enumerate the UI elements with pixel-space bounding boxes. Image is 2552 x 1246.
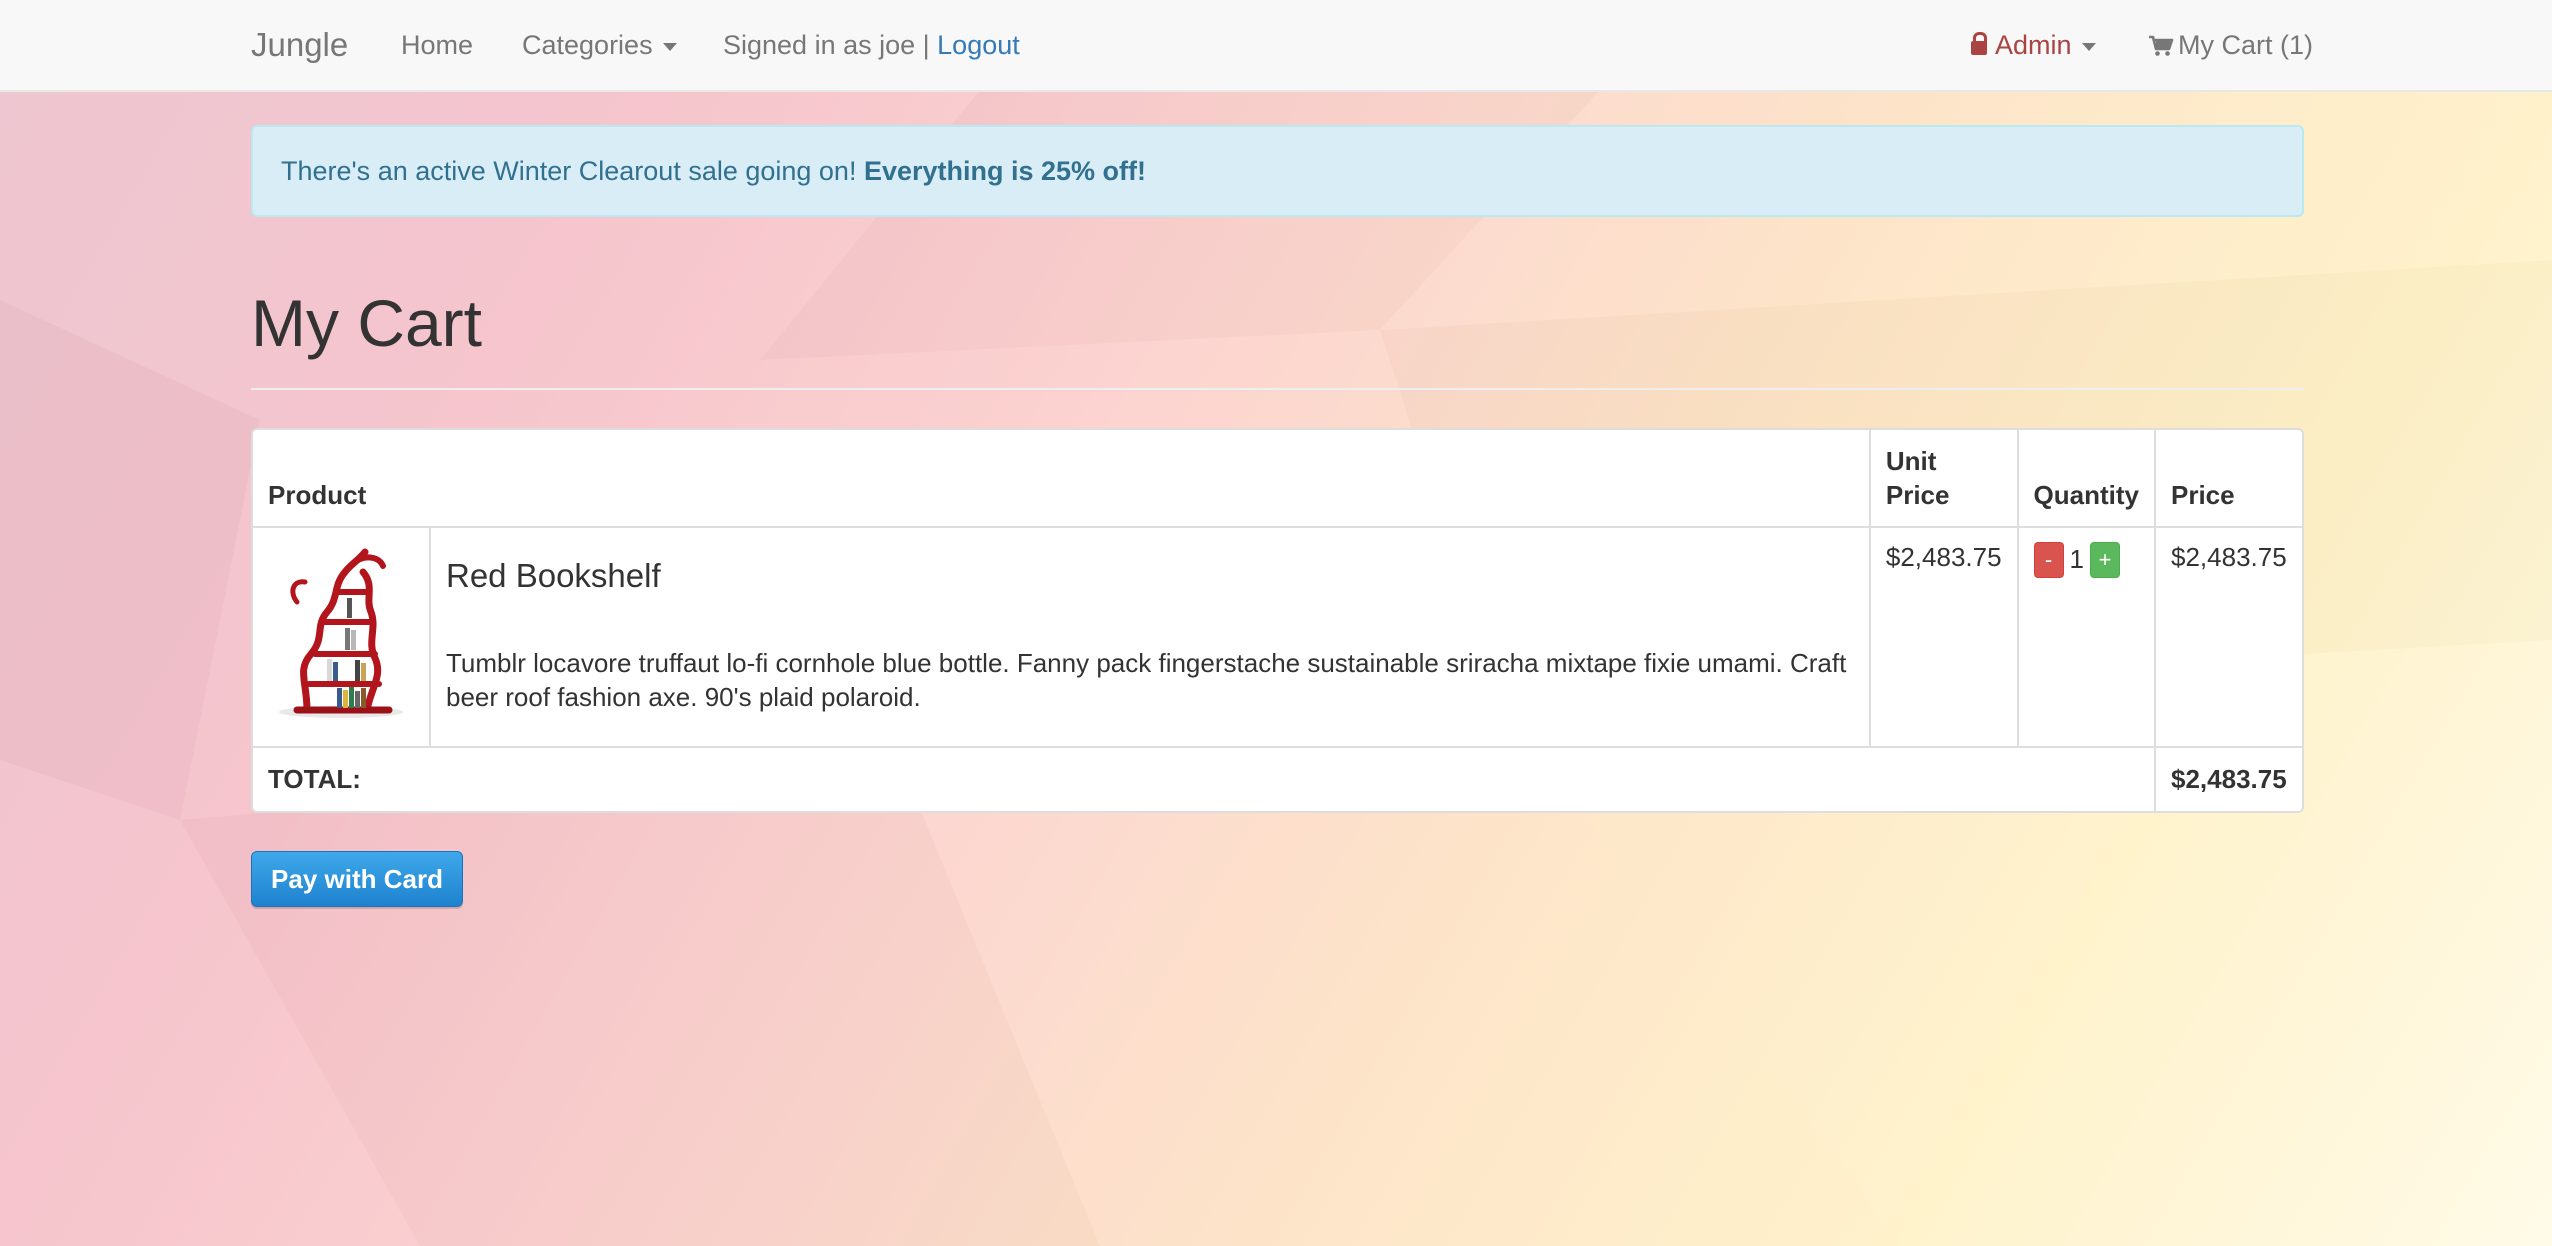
price-cell: $2,483.75 <box>2154 525 2302 748</box>
lock-icon <box>1971 32 1987 55</box>
header-unit-price: Unit Price <box>1868 429 2019 528</box>
quantity-value: 1 <box>2069 544 2085 575</box>
total-value: $2,483.75 <box>2154 745 2302 811</box>
top-navbar: Jungle Home Categories Signed in as joe … <box>0 0 2552 92</box>
header-quantity: Quantity <box>2016 429 2157 528</box>
chevron-down-icon <box>2081 42 2096 51</box>
total-row: TOTAL: $2,483.75 <box>253 745 2302 811</box>
nav-categories-dropdown[interactable]: Categories <box>522 0 677 90</box>
sale-alert: There's an active Winter Clearout sale g… <box>251 125 2304 217</box>
sale-alert-text: There's an active Winter Clearout sale g… <box>281 156 864 186</box>
table-row: Red Bookshelf Tumblr locavore truffaut l… <box>253 525 2302 748</box>
header-price: Price <box>2154 429 2302 528</box>
product-description: Tumblr locavore truffaut lo-fi cornhole … <box>446 647 1847 712</box>
cart-panel: Product Unit Price Quantity Price Red Bo… <box>251 427 2304 813</box>
total-label: TOTAL: <box>253 745 2156 811</box>
nav-admin-label: Admin <box>1995 30 2072 60</box>
unit-price-cell: $2,483.75 <box>1868 525 2019 748</box>
product-name[interactable]: Red Bookshelf <box>446 557 1854 594</box>
signed-in-text: Signed in as joe | <box>723 30 938 60</box>
page-title: My Cart <box>251 286 482 360</box>
nav-home-link[interactable]: Home <box>401 0 473 90</box>
quantity-stepper: -1 + <box>2033 541 2121 578</box>
brand-link[interactable]: Jungle <box>251 0 348 90</box>
signed-in-status: Signed in as joe | Logout <box>723 0 1020 90</box>
sale-alert-emphasis: Everything is 25% off! <box>863 156 1147 186</box>
nav-admin-dropdown[interactable]: Admin <box>1971 0 2096 90</box>
main-container: There's an active Winter Clearout sale g… <box>251 125 2304 907</box>
product-info-cell: Red Bookshelf Tumblr locavore truffaut l… <box>429 525 1871 748</box>
nav-cart-link[interactable]: My Cart (1) <box>2148 0 2313 90</box>
page-header: My Cart <box>251 287 2304 390</box>
shopping-cart-icon <box>2149 35 2174 56</box>
red-bookshelf-image[interactable] <box>267 541 415 722</box>
header-product: Product <box>253 429 1871 528</box>
pay-with-card-button[interactable]: Pay with Card <box>251 850 463 907</box>
increase-quantity-button[interactable]: + <box>2090 541 2121 578</box>
decrease-quantity-button[interactable]: - <box>2033 541 2064 578</box>
logout-link[interactable]: Logout <box>937 30 1020 60</box>
quantity-cell: -1 + <box>2016 525 2157 748</box>
chevron-down-icon <box>662 42 677 51</box>
table-header-row: Product Unit Price Quantity Price <box>253 429 2302 528</box>
cart-table: Product Unit Price Quantity Price Red Bo… <box>253 429 2302 811</box>
nav-categories-label: Categories <box>522 30 653 60</box>
product-image-cell <box>253 525 431 748</box>
nav-cart-label: My Cart (1) <box>2178 30 2313 60</box>
